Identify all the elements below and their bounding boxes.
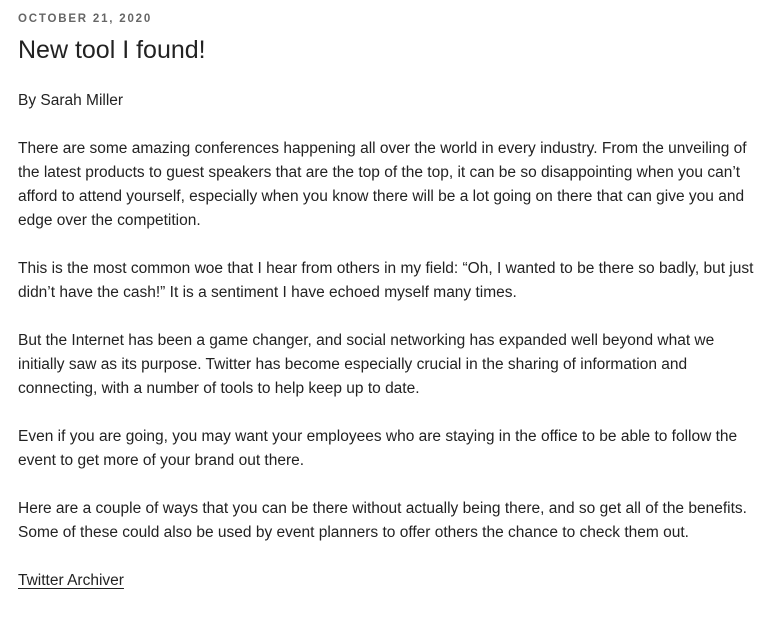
blog-post: October 21, 2020 New tool I found! By Sa… <box>0 0 763 593</box>
post-paragraph: But the Internet has been a game changer… <box>18 332 715 397</box>
post-byline: By Sarah Miller <box>18 92 124 109</box>
post-title: New tool I found! <box>18 36 206 64</box>
post-content: There are some amazing conferences happe… <box>18 137 763 545</box>
post-paragraph: Here are a couple of ways that you can b… <box>18 500 747 541</box>
post-date: October 21, 2020 <box>18 13 153 25</box>
post-paragraph: There are some amazing conferences happe… <box>18 140 747 229</box>
twitter-archiver-link[interactable]: Twitter Archiver <box>18 569 124 593</box>
post-paragraph: This is the most common woe that I hear … <box>18 260 754 301</box>
post-paragraph: Even if you are going, you may want your… <box>18 428 738 469</box>
